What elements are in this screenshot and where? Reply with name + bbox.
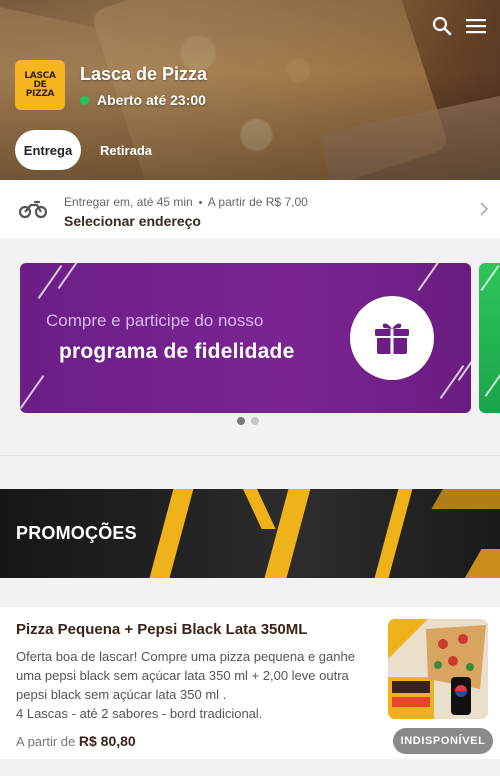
- search-icon[interactable]: [432, 16, 452, 36]
- promotions-header: PROMOÇÕES: [0, 489, 500, 578]
- delivery-address-row[interactable]: Entregar em, até 45 min A partir de R$ 7…: [0, 180, 500, 238]
- tab-retirada[interactable]: Retirada: [91, 130, 161, 170]
- divider: [0, 455, 500, 456]
- tab-entrega[interactable]: Entrega: [15, 130, 81, 170]
- product-price: A partir de R$ 80,80: [16, 733, 136, 749]
- product-description: Oferta boa de lascar! Compre uma pizza p…: [16, 649, 355, 721]
- product-name: Pizza Pequena + Pepsi Black Lata 350ML: [16, 621, 308, 638]
- unavailable-badge: INDISPONÍVEL: [393, 728, 493, 754]
- delivery-eta: Entregar em, até 45 min: [64, 195, 193, 209]
- product-image: [388, 619, 488, 719]
- store-logo: LASCA DE PIZZA: [15, 60, 65, 110]
- banner-line-2: programa de fidelidade: [59, 340, 295, 363]
- order-mode-tabs: Entrega Retirada: [15, 130, 161, 170]
- product-price-value: R$ 80,80: [78, 733, 136, 749]
- open-status-dot: [80, 95, 89, 105]
- next-banner-preview[interactable]: [479, 263, 500, 413]
- gift-icon: [350, 296, 434, 380]
- menu-icon[interactable]: [466, 18, 486, 34]
- section-title: PROMOÇÕES: [16, 523, 137, 543]
- loyalty-banner[interactable]: Compre e participe do nosso programa de …: [20, 263, 471, 413]
- store-name: Lasca de Pizza: [80, 64, 208, 84]
- motorcycle-icon: [18, 199, 48, 224]
- chevron-right-icon: [480, 202, 489, 221]
- banner-pager: [237, 417, 259, 425]
- delivery-info: Entregar em, até 45 min A partir de R$ 7…: [64, 195, 308, 209]
- select-address-link[interactable]: Selecionar endereço: [64, 213, 201, 229]
- pager-dot[interactable]: [251, 417, 259, 425]
- store-status: Aberto até 23:00: [80, 92, 206, 108]
- store-header: LASCA DE PIZZA Lasca de Pizza Aberto até…: [0, 0, 500, 180]
- delivery-min-price: A partir de R$ 7,00: [207, 195, 308, 209]
- pager-dot-active[interactable]: [237, 417, 245, 425]
- banner-line-1: Compre e participe do nosso: [46, 311, 264, 330]
- product-card[interactable]: Pizza Pequena + Pepsi Black Lata 350ML O…: [0, 607, 500, 759]
- store-status-text: Aberto até 23:00: [97, 92, 206, 108]
